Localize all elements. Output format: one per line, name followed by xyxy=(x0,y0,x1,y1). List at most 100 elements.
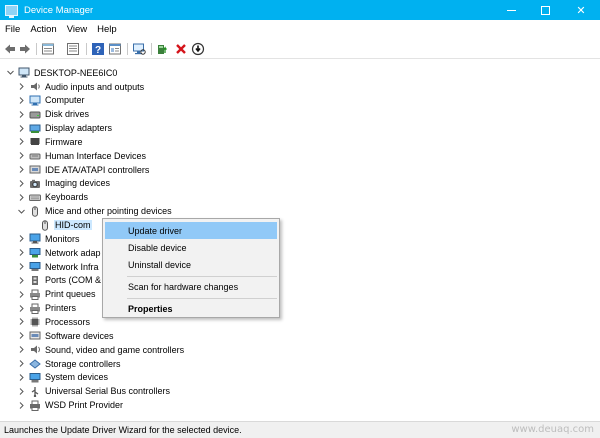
tree-category[interactable]: Mice and other pointing devices xyxy=(17,205,173,218)
keyboard-icon xyxy=(29,192,41,203)
tree-category[interactable]: Sound, video and game controllers xyxy=(17,343,185,356)
tree-item-label: Network adap xyxy=(45,247,101,258)
expand-chevron-icon[interactable] xyxy=(17,288,26,301)
expand-chevron-icon[interactable] xyxy=(17,94,26,107)
expand-chevron-icon[interactable] xyxy=(17,149,26,162)
tree-category[interactable]: Ports (COM & xyxy=(17,274,102,287)
tree-item-label: Keyboards xyxy=(45,192,89,203)
disable-device-toolbar-button[interactable] xyxy=(191,42,205,56)
ctx-update-driver[interactable]: Update driver xyxy=(105,222,277,239)
wsd-printer-icon xyxy=(29,400,41,411)
expand-chevron-icon[interactable] xyxy=(17,260,26,273)
title-bar: Device Manager ✕ xyxy=(0,0,600,20)
expand-chevron-icon[interactable] xyxy=(17,80,26,93)
forward-button[interactable] xyxy=(18,42,32,56)
help-icon: ? xyxy=(92,43,104,56)
expand-chevron-icon[interactable] xyxy=(17,357,26,370)
tree-category[interactable]: Universal Serial Bus controllers xyxy=(17,385,171,398)
tree-category[interactable]: Print queues xyxy=(17,288,97,301)
tree-root-label: DESKTOP-NEE6IC0 xyxy=(34,67,118,78)
update-driver-toolbar-button[interactable] xyxy=(156,42,170,56)
tree-category[interactable]: Monitors xyxy=(17,232,81,245)
help-toolbar-button[interactable]: ? xyxy=(91,42,105,56)
uninstall-toolbar-button[interactable] xyxy=(174,42,188,56)
tree-item-label: Print queues xyxy=(45,289,96,300)
tree-root[interactable]: DESKTOP-NEE6IC0 xyxy=(6,66,118,79)
expand-chevron-icon[interactable] xyxy=(17,315,26,328)
expand-chevron-icon[interactable] xyxy=(17,135,26,148)
expand-chevron-icon[interactable] xyxy=(17,385,26,398)
tree-category[interactable]: System devices xyxy=(17,371,109,384)
close-button[interactable]: ✕ xyxy=(562,0,600,20)
tree-category[interactable]: Processors xyxy=(17,315,91,328)
tree-category[interactable]: Display adapters xyxy=(17,122,113,135)
menu-action[interactable]: Action xyxy=(25,24,61,35)
back-button[interactable] xyxy=(3,42,17,56)
tree-category[interactable]: Firmware xyxy=(17,135,84,148)
tree-category[interactable]: IDE ATA/ATAPI controllers xyxy=(17,163,150,176)
tree-device-item[interactable]: HID-com xyxy=(36,219,92,232)
tree-item-label: Human Interface Devices xyxy=(45,150,147,161)
ctx-disable-device[interactable]: Disable device xyxy=(105,239,277,256)
expand-chevron-icon[interactable] xyxy=(17,163,26,176)
expand-chevron-icon[interactable] xyxy=(17,232,26,245)
context-menu: Update driver Disable device Uninstall d… xyxy=(102,218,280,318)
tree-category[interactable]: Keyboards xyxy=(17,191,89,204)
maximize-button[interactable] xyxy=(526,0,564,20)
tree-category[interactable]: Imaging devices xyxy=(17,177,111,190)
collapse-chevron-icon[interactable] xyxy=(17,205,26,218)
firmware-icon xyxy=(29,136,41,147)
console-tree-toolbar-button[interactable] xyxy=(66,42,80,56)
expand-chevron-icon[interactable] xyxy=(17,302,26,315)
properties-toolbar-button[interactable] xyxy=(41,42,55,56)
tree-item-label: Audio inputs and outputs xyxy=(45,81,145,92)
view-toolbar-button[interactable] xyxy=(108,42,122,56)
ctx-properties[interactable]: Properties xyxy=(105,300,277,317)
tree-category[interactable]: Network Infra xyxy=(17,260,100,273)
ctx-uninstall-device[interactable]: Uninstall device xyxy=(105,256,277,273)
software-device-icon xyxy=(29,330,41,341)
ctx-scan-hardware[interactable]: Scan for hardware changes xyxy=(105,278,277,295)
tree-item-label: Storage controllers xyxy=(45,358,121,369)
tree-category[interactable]: Human Interface Devices xyxy=(17,149,147,162)
scan-hardware-button[interactable] xyxy=(132,42,146,56)
show-hide-console-tree-icon xyxy=(67,43,79,55)
tree-category[interactable]: Audio inputs and outputs xyxy=(17,80,145,93)
expand-chevron-icon[interactable] xyxy=(17,274,26,287)
expand-chevron-icon[interactable] xyxy=(17,108,26,121)
tree-item-label: Mice and other pointing devices xyxy=(45,206,172,217)
tree-category[interactable]: WSD Print Provider xyxy=(17,399,124,412)
expand-chevron-icon[interactable] xyxy=(17,399,26,412)
expand-chevron-icon[interactable] xyxy=(17,329,26,342)
expand-chevron-icon[interactable] xyxy=(17,343,26,356)
tree-item-label: Display adapters xyxy=(45,123,113,134)
minimize-button[interactable] xyxy=(492,0,530,20)
disable-device-icon xyxy=(191,42,205,56)
menu-view[interactable]: View xyxy=(62,24,92,35)
tree-category[interactable]: Network adap xyxy=(17,246,102,259)
tree-category[interactable]: Printers xyxy=(17,302,77,315)
menu-help[interactable]: Help xyxy=(92,24,122,35)
maximize-icon xyxy=(540,5,550,15)
expand-chevron-icon[interactable] xyxy=(17,371,26,384)
expand-chevron-icon[interactable] xyxy=(17,122,26,135)
tree-item-label: Ports (COM & xyxy=(45,275,102,286)
menu-file[interactable]: File xyxy=(0,24,25,35)
port-icon xyxy=(29,275,41,286)
disk-drive-icon xyxy=(29,109,41,120)
toolbar-separator xyxy=(36,43,37,55)
watermark: www.deuaq.com xyxy=(511,424,594,435)
collapse-chevron-icon[interactable] xyxy=(6,66,15,79)
display-adapter-icon xyxy=(29,123,41,134)
tree-category[interactable]: Disk drives xyxy=(17,108,90,121)
monitor-icon xyxy=(29,233,41,244)
tree-category[interactable]: Computer xyxy=(17,94,86,107)
tree-category[interactable]: Software devices xyxy=(17,329,115,342)
tree-item-label: Printers xyxy=(45,303,77,314)
hid-icon xyxy=(29,150,41,161)
expand-chevron-icon[interactable] xyxy=(17,177,26,190)
expand-chevron-icon[interactable] xyxy=(17,246,26,259)
scan-hardware-icon xyxy=(133,43,146,55)
tree-category[interactable]: Storage controllers xyxy=(17,357,122,370)
expand-chevron-icon[interactable] xyxy=(17,191,26,204)
